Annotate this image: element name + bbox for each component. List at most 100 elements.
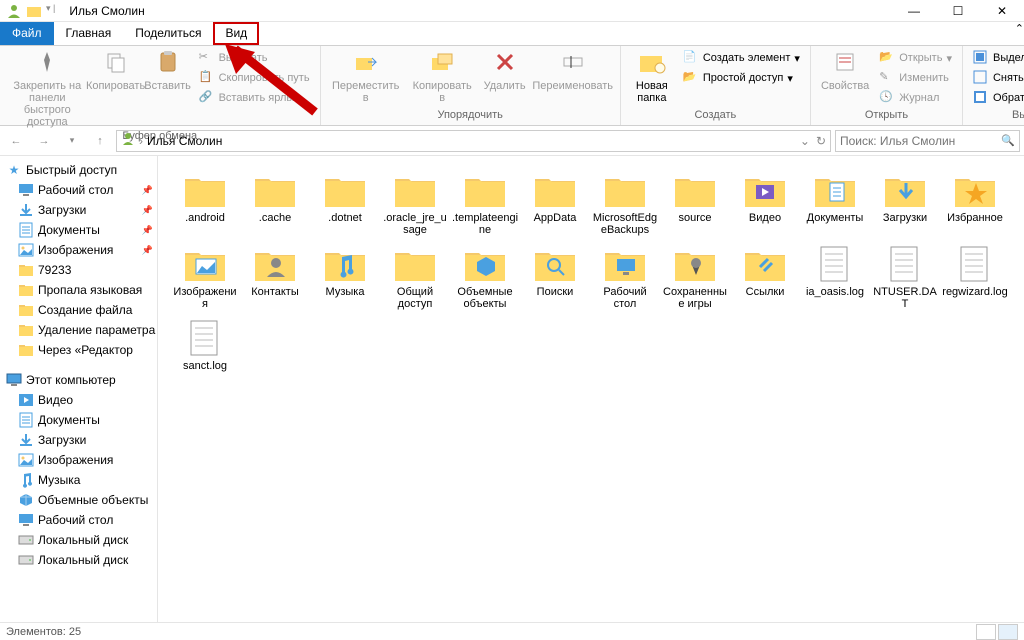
pin-to-quick-access-button[interactable]: Закрепить на панели быстрого доступа <box>6 48 89 130</box>
folder-item[interactable]: Видео <box>730 168 800 238</box>
sidebar-this-pc[interactable]: Этот компьютер <box>0 370 157 390</box>
sidebar-item[interactable]: Рабочий стол📌 <box>0 180 157 200</box>
sidebar-item[interactable]: Изображения📌 <box>0 240 157 260</box>
folder-item[interactable]: Избранное <box>940 168 1010 238</box>
close-button[interactable]: ✕ <box>980 0 1024 22</box>
tab-view[interactable]: Вид <box>213 22 259 45</box>
open-button[interactable]: 📂Открыть ▾ <box>875 48 956 68</box>
sidebar-item[interactable]: Объемные объекты <box>0 490 157 510</box>
folder-item[interactable]: Сохраненные игры <box>660 242 730 312</box>
tab-share[interactable]: Поделиться <box>123 22 213 45</box>
sidebar-item[interactable]: Удаление параметра <box>0 320 157 340</box>
view-details-button[interactable] <box>976 624 996 640</box>
select-all-button[interactable]: Выделить все <box>969 48 1024 68</box>
sidebar-item[interactable]: Пропала языковая <box>0 280 157 300</box>
folder-icon <box>391 244 439 286</box>
easy-access-button[interactable]: 📂Простой доступ ▾ <box>679 68 804 88</box>
sidebar-item[interactable]: Документы📌 <box>0 220 157 240</box>
sidebar-item[interactable]: Создание файла <box>0 300 157 320</box>
folder-item[interactable]: Поиски <box>520 242 590 312</box>
paste-shortcut-button[interactable]: 🔗Вставить ярлык <box>195 88 314 108</box>
ribbon-group-new: Создать <box>627 109 804 123</box>
folder-icon <box>671 170 719 212</box>
minimize-button[interactable]: — <box>892 0 936 22</box>
invert-icon <box>973 90 989 106</box>
sidebar-item[interactable]: Документы <box>0 410 157 430</box>
up-button[interactable]: ↑ <box>88 129 112 153</box>
breadcrumb-dropdown-icon[interactable]: ⌄ <box>800 134 810 148</box>
file-item[interactable]: regwizard.log <box>940 242 1010 312</box>
folder-item[interactable]: Контакты <box>240 242 310 312</box>
folder-icon <box>18 302 34 318</box>
invert-selection-button[interactable]: Обратить выделение <box>969 88 1024 108</box>
paste-link-icon: 🔗 <box>199 90 215 106</box>
sidebar-item[interactable]: Изображения <box>0 450 157 470</box>
folder-item[interactable]: Изображения <box>170 242 240 312</box>
select-none-button[interactable]: Снять выделение <box>969 68 1024 88</box>
copy-button[interactable]: Копировать <box>91 48 141 94</box>
delete-button[interactable]: Удалить <box>480 48 530 94</box>
folder-item[interactable]: .templateengine <box>450 168 520 238</box>
file-item[interactable]: sanct.log <box>170 316 240 374</box>
folder-item[interactable]: Ссылки <box>730 242 800 312</box>
copy-to-button[interactable]: Копировать в <box>407 48 478 106</box>
move-to-button[interactable]: Переместить в <box>327 48 405 106</box>
search-box[interactable]: 🔍 <box>835 130 1020 152</box>
sidebar-item[interactable]: 79233 <box>0 260 157 280</box>
sidebar-item[interactable]: Рабочий стол <box>0 510 157 530</box>
sidebar-item[interactable]: Загрузки📌 <box>0 200 157 220</box>
sidebar-item[interactable]: Музыка <box>0 470 157 490</box>
view-icons-button[interactable] <box>998 624 1018 640</box>
ribbon-collapse-icon[interactable]: ⌃ <box>1015 22 1024 45</box>
folder-item[interactable]: Общий доступ <box>380 242 450 312</box>
folder-item[interactable]: Рабочий стол <box>590 242 660 312</box>
sidebar-item[interactable]: Локальный диск <box>0 550 157 570</box>
file-item[interactable]: NTUSER.DAT <box>870 242 940 312</box>
folder-item[interactable]: MicrosoftEdgeBackups <box>590 168 660 238</box>
back-button[interactable]: ← <box>4 129 28 153</box>
rename-button[interactable]: Переименовать <box>532 48 614 94</box>
video-icon <box>18 392 34 408</box>
sidebar-quick-access[interactable]: ★ Быстрый доступ <box>0 160 157 180</box>
folder-item[interactable]: Документы <box>800 168 870 238</box>
search-input[interactable] <box>840 134 1001 148</box>
history-button[interactable]: 🕓Журнал <box>875 88 956 108</box>
refresh-icon[interactable]: ↻ <box>816 134 826 148</box>
folder-item[interactable]: .cache <box>240 168 310 238</box>
content-area[interactable]: .android.cache.dotnet.oracle_jre_usage.t… <box>158 156 1024 622</box>
navigation-pane[interactable]: ★ Быстрый доступ Рабочий стол📌Загрузки📌Д… <box>0 156 158 622</box>
tab-home[interactable]: Главная <box>54 22 124 45</box>
folder-item[interactable]: .oracle_jre_usage <box>380 168 450 238</box>
paste-button[interactable]: Вставить <box>143 48 193 94</box>
recent-button[interactable]: ▾ <box>60 129 84 153</box>
folder-item[interactable]: source <box>660 168 730 238</box>
folder-item[interactable]: Загрузки <box>870 168 940 238</box>
sidebar-item[interactable]: Загрузки <box>0 430 157 450</box>
folder-qat-icon[interactable] <box>26 3 42 19</box>
select-none-icon <box>973 70 989 86</box>
tab-file[interactable]: Файл <box>0 22 54 45</box>
breadcrumb[interactable]: › Илья Смолин ⌄ ↻ <box>116 130 831 152</box>
forward-button[interactable]: → <box>32 129 56 153</box>
breadcrumb-text[interactable]: Илья Смолин <box>147 134 222 148</box>
folder-item[interactable]: AppData <box>520 168 590 238</box>
folder-item[interactable]: .android <box>170 168 240 238</box>
folder-item[interactable]: Объемные объекты <box>450 242 520 312</box>
sidebar-item[interactable]: Локальный диск <box>0 530 157 550</box>
properties-button[interactable]: Свойства <box>817 48 873 94</box>
qat-dropdown-icon[interactable]: ▾ | <box>46 3 55 19</box>
sidebar-item[interactable]: Через «Редактор <box>0 340 157 360</box>
folder-icon <box>391 170 439 212</box>
maximize-button[interactable]: ☐ <box>936 0 980 22</box>
new-folder-icon <box>638 50 666 78</box>
new-folder-button[interactable]: Новая папка <box>627 48 677 106</box>
edit-button[interactable]: ✎Изменить <box>875 68 956 88</box>
folder-item[interactable]: Музыка <box>310 242 380 312</box>
sidebar-item[interactable]: Видео <box>0 390 157 410</box>
folder-item[interactable]: .dotnet <box>310 168 380 238</box>
copy-path-button[interactable]: 📋Скопировать путь <box>195 68 314 88</box>
file-item[interactable]: ia_oasis.log <box>800 242 870 312</box>
new-item-button[interactable]: 📄Создать элемент ▾ <box>679 48 804 68</box>
cut-button[interactable]: ✂Вырезать <box>195 48 314 68</box>
file-icon <box>811 244 859 286</box>
